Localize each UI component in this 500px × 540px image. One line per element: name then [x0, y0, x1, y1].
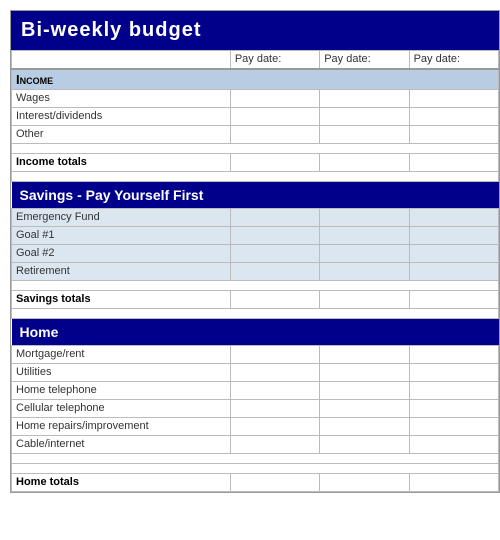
goal2-pay3[interactable]	[409, 244, 498, 262]
cable-internet-pay3[interactable]	[409, 435, 498, 453]
wages-pay3[interactable]	[409, 89, 498, 107]
cellular-telephone-pay1[interactable]	[230, 399, 319, 417]
header-label-col	[12, 51, 231, 69]
mortgage-label: Mortgage/rent	[12, 345, 231, 363]
other-pay1[interactable]	[230, 125, 319, 143]
header-pay2: Pay date:	[320, 51, 409, 69]
savings-empty-row	[12, 280, 499, 290]
goal1-row: Goal #1	[12, 226, 499, 244]
home-totals-row: Home totals	[12, 473, 499, 491]
savings-spacer	[12, 308, 499, 318]
income-totals-label: Income totals	[12, 153, 231, 171]
interest-label: Interest/dividends	[12, 107, 231, 125]
wages-pay2[interactable]	[320, 89, 409, 107]
utilities-label: Utilities	[12, 363, 231, 381]
income-totals-row: Income totals	[12, 153, 499, 171]
home-repairs-pay2[interactable]	[320, 417, 409, 435]
goal2-pay2[interactable]	[320, 244, 409, 262]
emergency-fund-pay3[interactable]	[409, 208, 498, 226]
goal2-pay1[interactable]	[230, 244, 319, 262]
interest-pay1[interactable]	[230, 107, 319, 125]
other-label: Other	[12, 125, 231, 143]
mortgage-row: Mortgage/rent	[12, 345, 499, 363]
cable-internet-label: Cable/internet	[12, 435, 231, 453]
home-empty-row2	[12, 463, 499, 473]
retirement-label: Retirement	[12, 262, 231, 280]
emergency-fund-row: Emergency Fund	[12, 208, 499, 226]
home-label: Home	[12, 318, 499, 345]
income-empty-row	[12, 143, 499, 153]
other-pay3[interactable]	[409, 125, 498, 143]
emergency-fund-pay1[interactable]	[230, 208, 319, 226]
emergency-fund-label: Emergency Fund	[12, 208, 231, 226]
home-totals-pay3[interactable]	[409, 473, 498, 491]
home-telephone-label: Home telephone	[12, 381, 231, 399]
mortgage-pay1[interactable]	[230, 345, 319, 363]
income-spacer	[12, 171, 499, 181]
cellular-telephone-pay3[interactable]	[409, 399, 498, 417]
utilities-pay2[interactable]	[320, 363, 409, 381]
budget-container: Bi-weekly budget Pay date: Pay date: Pay…	[10, 10, 500, 493]
home-repairs-row: Home repairs/improvement	[12, 417, 499, 435]
retirement-pay2[interactable]	[320, 262, 409, 280]
income-section-header: Income	[12, 69, 499, 90]
goal1-pay1[interactable]	[230, 226, 319, 244]
wages-row: Wages	[12, 89, 499, 107]
interest-row: Interest/dividends	[12, 107, 499, 125]
cellular-telephone-label: Cellular telephone	[12, 399, 231, 417]
home-telephone-pay1[interactable]	[230, 381, 319, 399]
utilities-pay3[interactable]	[409, 363, 498, 381]
header-row: Pay date: Pay date: Pay date:	[12, 51, 499, 69]
savings-totals-pay1[interactable]	[230, 290, 319, 308]
home-totals-label: Home totals	[12, 473, 231, 491]
savings-totals-row: Savings totals	[12, 290, 499, 308]
home-empty-row1	[12, 453, 499, 463]
savings-section-header: Savings - Pay Yourself First	[12, 181, 499, 208]
wages-label: Wages	[12, 89, 231, 107]
cable-internet-pay2[interactable]	[320, 435, 409, 453]
home-section-header: Home	[12, 318, 499, 345]
wages-pay1[interactable]	[230, 89, 319, 107]
home-repairs-label: Home repairs/improvement	[12, 417, 231, 435]
savings-totals-pay2[interactable]	[320, 290, 409, 308]
home-telephone-row: Home telephone	[12, 381, 499, 399]
cellular-telephone-pay2[interactable]	[320, 399, 409, 417]
goal1-pay2[interactable]	[320, 226, 409, 244]
utilities-pay1[interactable]	[230, 363, 319, 381]
income-label: Income	[12, 69, 499, 90]
savings-totals-pay3[interactable]	[409, 290, 498, 308]
cellular-telephone-row: Cellular telephone	[12, 399, 499, 417]
savings-label: Savings - Pay Yourself First	[12, 181, 499, 208]
goal1-pay3[interactable]	[409, 226, 498, 244]
utilities-row: Utilities	[12, 363, 499, 381]
home-totals-pay2[interactable]	[320, 473, 409, 491]
cable-internet-pay1[interactable]	[230, 435, 319, 453]
retirement-pay3[interactable]	[409, 262, 498, 280]
header-pay3: Pay date:	[409, 51, 498, 69]
goal2-label: Goal #2	[12, 244, 231, 262]
mortgage-pay2[interactable]	[320, 345, 409, 363]
budget-title: Bi-weekly budget	[11, 11, 499, 50]
home-telephone-pay3[interactable]	[409, 381, 498, 399]
interest-pay3[interactable]	[409, 107, 498, 125]
retirement-row: Retirement	[12, 262, 499, 280]
home-repairs-pay3[interactable]	[409, 417, 498, 435]
income-totals-pay2[interactable]	[320, 153, 409, 171]
header-pay1: Pay date:	[230, 51, 319, 69]
home-totals-pay1[interactable]	[230, 473, 319, 491]
savings-totals-label: Savings totals	[12, 290, 231, 308]
interest-pay2[interactable]	[320, 107, 409, 125]
other-pay2[interactable]	[320, 125, 409, 143]
emergency-fund-pay2[interactable]	[320, 208, 409, 226]
other-row: Other	[12, 125, 499, 143]
retirement-pay1[interactable]	[230, 262, 319, 280]
home-repairs-pay1[interactable]	[230, 417, 319, 435]
income-totals-pay1[interactable]	[230, 153, 319, 171]
goal1-label: Goal #1	[12, 226, 231, 244]
mortgage-pay3[interactable]	[409, 345, 498, 363]
goal2-row: Goal #2	[12, 244, 499, 262]
home-telephone-pay2[interactable]	[320, 381, 409, 399]
income-totals-pay3[interactable]	[409, 153, 498, 171]
cable-internet-row: Cable/internet	[12, 435, 499, 453]
